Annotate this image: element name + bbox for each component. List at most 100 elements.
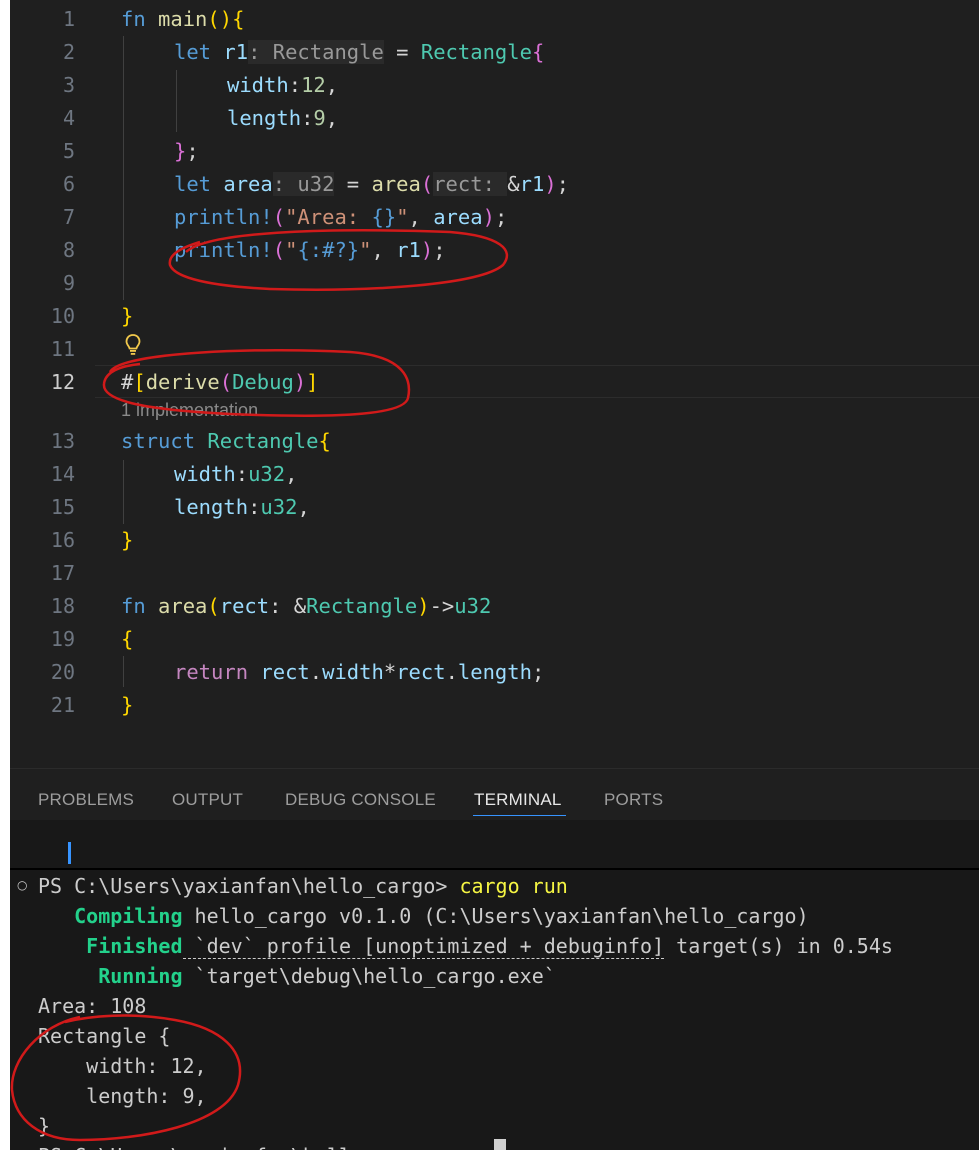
code-text: }; [174, 135, 199, 168]
code-token: ; [494, 205, 508, 229]
code-line[interactable]: 1 fn main(){ [10, 3, 979, 36]
line-number: 10 [50, 304, 75, 328]
code-text: fn area(rect: &Rectangle)->u32 [121, 590, 491, 623]
terminal-prompt-line: PS C:\Users\yaxianfan\hello_cargo> cargo… [38, 871, 568, 901]
code-token: ] [306, 370, 319, 394]
code-line[interactable]: 2 let r1: Rectangle = Rectangle{ [10, 36, 979, 69]
code-text: #[derive(Debug)] [121, 366, 319, 399]
code-editor[interactable]: 1 fn main(){2 let r1: Rectangle = Rectangl… [10, 0, 979, 768]
code-token: : [288, 73, 302, 97]
code-line[interactable]: 5}; [10, 135, 979, 168]
code-token: area [371, 172, 421, 196]
line-number: 8 [62, 238, 75, 262]
code-token: { [531, 40, 545, 64]
code-line[interactable]: 21} [10, 689, 979, 722]
tab-terminal[interactable]: TERMINAL [474, 790, 562, 810]
terminal-output-line: length: 9, [38, 1084, 207, 1108]
line-number: 19 [50, 627, 75, 651]
code-token: length [227, 106, 302, 130]
code-line[interactable]: 8 println!("{:#?}", r1); [10, 234, 979, 267]
finished-text: target(s) in 0.54s [664, 934, 893, 958]
panel-tabs: PROBLEMS OUTPUT DEBUG CONSOLE TERMINAL P… [10, 769, 979, 819]
code-text: fn main(){ [121, 3, 244, 36]
running-text: `target\debug\hello_cargo.exe` [182, 964, 556, 988]
code-text: let area: u32 = area(rect: &r1); [174, 168, 569, 201]
compiling-text: hello_cargo v0.1.0 (C:\Users\yaxianfan\h… [182, 904, 809, 928]
code-token: fn [121, 594, 159, 618]
code-line[interactable]: 18 fn area(rect: &Rectangle)->u32 [10, 590, 979, 623]
code-token: Debug [232, 370, 294, 394]
terminal-compiling-line: Compiling hello_cargo v0.1.0 (C:\Users\y… [38, 901, 809, 931]
code-token: : & [269, 594, 307, 618]
code-token: ) [417, 594, 430, 618]
line-number: 2 [62, 40, 75, 64]
tab-debug-console[interactable]: DEBUG CONSOLE [285, 790, 436, 810]
code-text: return rect.width*rect.length; [174, 656, 544, 689]
code-token: r1 [396, 238, 421, 262]
code-token: 9 [313, 106, 326, 130]
line-number: 15 [50, 495, 75, 519]
code-token: length [457, 660, 532, 684]
code-token: , [371, 238, 397, 262]
code-line[interactable]: 14 width:u32, [10, 458, 979, 491]
code-line[interactable]: 20 return rect.width*rect.length; [10, 656, 979, 689]
code-line[interactable]: 15 length:u32, [10, 491, 979, 524]
code-token: ) [482, 205, 495, 229]
code-token: { [318, 429, 331, 453]
code-token: area [158, 594, 208, 618]
code-token: [ [133, 370, 146, 394]
code-token: { [121, 627, 134, 651]
code-token: . [309, 660, 323, 684]
code-token: u32 [454, 594, 492, 618]
line-number: 9 [62, 271, 75, 295]
codelens-implementations[interactable]: 1 implementation [121, 400, 258, 421]
code-token: let [174, 172, 224, 196]
code-line[interactable]: 6 let area: u32 = area(rect: &r1); [10, 168, 979, 201]
code-line[interactable]: 4 length:9, [10, 102, 979, 135]
code-token: ( [420, 172, 434, 196]
code-line[interactable]: 16} [10, 524, 979, 557]
code-token: derive [145, 370, 220, 394]
line-number: 11 [50, 337, 75, 361]
code-token: ) [544, 172, 557, 196]
terminal-input-cursor [68, 842, 71, 864]
code-line[interactable]: 12 #[derive(Debug)] [10, 366, 979, 399]
terminal-output-line: Area: 108 [38, 994, 147, 1018]
code-line[interactable]: 3 width:12, [10, 69, 979, 102]
code-token: ; [556, 172, 569, 196]
code-token: } [121, 304, 134, 328]
code-line[interactable]: 9 [10, 267, 979, 300]
code-line[interactable]: 7 println!("Area: {}", area); [10, 201, 979, 234]
terminal[interactable]: ○ PS C:\Users\yaxianfan\hello_cargo> car… [10, 820, 979, 1150]
code-token: : u32 [272, 172, 335, 196]
command-status-circle-icon[interactable]: ○ [17, 878, 27, 892]
code-token: & [507, 172, 520, 196]
code-token: length [174, 495, 249, 519]
code-token: ) [293, 370, 307, 394]
code-token: {:#?} [297, 238, 360, 262]
lightbulb-icon[interactable] [125, 334, 141, 361]
code-token: } [121, 693, 134, 717]
tab-ports[interactable]: PORTS [604, 790, 663, 810]
line-number: 17 [50, 561, 75, 585]
terminal-separator [10, 868, 979, 870]
code-token: rect: [433, 172, 508, 196]
code-token: ( [272, 205, 286, 229]
code-line[interactable]: 10} [10, 300, 979, 333]
code-token: : [248, 495, 261, 519]
code-line[interactable]: 17 [10, 557, 979, 590]
finished-profile-link[interactable]: `dev` profile [unoptimized + debuginfo] [182, 934, 665, 959]
code-token: , [325, 106, 339, 130]
code-token: r1 [519, 172, 545, 196]
code-token: } [121, 528, 134, 552]
tab-output[interactable]: OUTPUT [172, 790, 243, 810]
tab-problems[interactable]: PROBLEMS [38, 790, 134, 810]
line-number: 13 [50, 429, 75, 453]
code-line[interactable]: 11 [10, 333, 979, 366]
command-text: cargo run [459, 874, 568, 898]
line-number: 21 [50, 693, 75, 717]
code-line[interactable]: 13 struct Rectangle{ [10, 425, 979, 458]
code-token: = [334, 172, 372, 196]
line-number: 12 [50, 370, 75, 394]
code-line[interactable]: 19 { [10, 623, 979, 656]
